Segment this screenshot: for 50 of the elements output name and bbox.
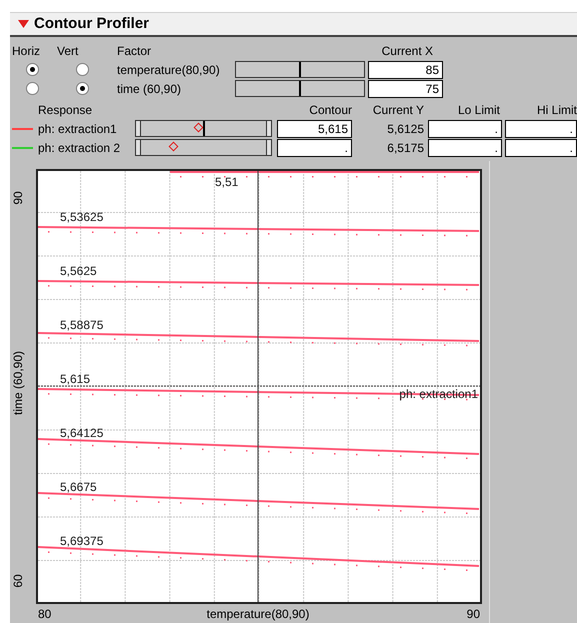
disclosure-triangle-icon[interactable] — [18, 20, 29, 28]
current-x-field[interactable]: 85 — [368, 60, 443, 78]
factor-name: time (60,90) — [117, 80, 182, 98]
column-header: Horiz — [12, 44, 40, 58]
column-header: Response — [38, 102, 92, 116]
column-header: Current Y — [372, 102, 424, 118]
axis-title: time (60,90) — [11, 350, 25, 416]
contour-field[interactable]: 5,615 — [277, 120, 352, 138]
contour-label: 5,64125 — [60, 426, 104, 440]
column-header: Contour — [309, 102, 352, 118]
column-header: Vert — [57, 44, 78, 58]
current-y-value: 6,5175 — [387, 140, 424, 156]
slider-track[interactable] — [135, 120, 272, 137]
column-header: Hi Limit — [536, 102, 577, 118]
contour-label: 5,51 — [215, 175, 238, 189]
factor-name: temperature(80,90) — [117, 62, 221, 78]
current-y-value: 5,6125 — [387, 120, 424, 138]
slider-handle[interactable] — [299, 81, 301, 96]
hi-limit-field[interactable]: . — [505, 120, 577, 138]
slider-handle[interactable] — [299, 62, 301, 77]
radio-button[interactable] — [26, 82, 39, 95]
radio-button[interactable] — [76, 63, 89, 76]
axis-tick-label: 80 — [38, 607, 52, 621]
slider-handle[interactable] — [202, 121, 204, 136]
axis-tick-label: 60 — [11, 574, 25, 588]
lo-limit-field[interactable]: . — [428, 120, 502, 138]
column-header: Factor — [117, 44, 152, 58]
contour-label: 5,6675 — [60, 480, 97, 494]
response-name: ph: extraction 2 — [38, 140, 122, 156]
radio-button[interactable] — [76, 82, 89, 95]
current-x-field[interactable]: 75 — [368, 80, 443, 98]
contour-label: 5,69375 — [60, 534, 104, 548]
axis-title: temperature(80,90) — [206, 607, 310, 621]
column-header: Current X — [382, 42, 433, 60]
slider-track[interactable] — [235, 80, 365, 97]
contour-label: 5,615 — [60, 372, 90, 386]
column-header: Lo Limit — [458, 102, 500, 118]
contour-label: 5,58875 — [60, 318, 104, 332]
slider-track[interactable] — [235, 61, 365, 78]
lo-limit-field[interactable]: . — [428, 138, 502, 156]
radio-button[interactable] — [26, 63, 39, 76]
contour-label: 5,5625 — [60, 264, 97, 278]
slider-track[interactable] — [135, 139, 272, 156]
hi-limit-field[interactable]: . — [505, 138, 577, 156]
contour-label: 5,53625 — [60, 210, 104, 224]
axis-tick-label: 90 — [466, 607, 480, 621]
panel-title: Contour Profiler — [34, 14, 149, 34]
axis-tick-label: 90 — [11, 191, 25, 205]
response-name: ph: extraction1 — [38, 120, 118, 138]
contour-field[interactable]: . — [277, 138, 352, 156]
